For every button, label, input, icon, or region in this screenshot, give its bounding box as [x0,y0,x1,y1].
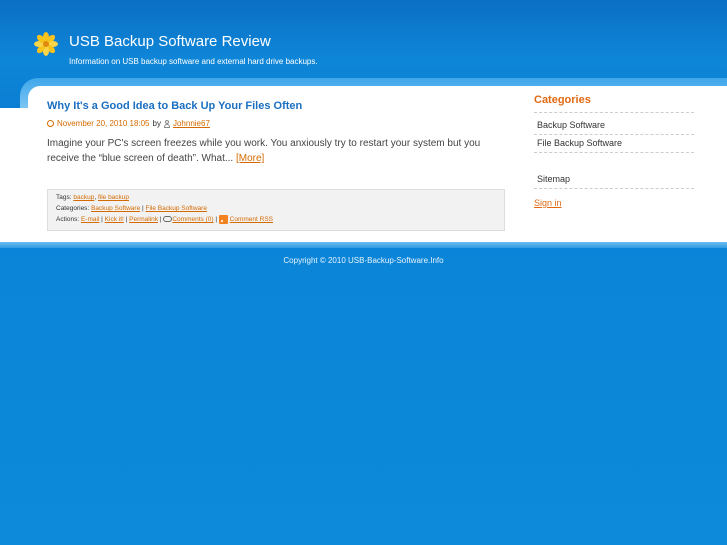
post-meta: November 20, 2010 18:05 by Johnnie67 [47,119,210,128]
actions-label: Actions: [56,216,80,223]
permalink-link[interactable]: Permalink [129,216,158,223]
tags-row: Tags: backup, file backup [56,194,130,201]
clock-icon [47,120,54,127]
site-description: Information on USB backup software and e… [69,57,318,66]
category-link[interactable]: Backup Software [91,205,140,212]
tags-label: Tags: [56,194,72,201]
sidebar-item-sitemap[interactable]: Sitemap [534,174,694,189]
sidebar-divider [534,112,694,113]
flower-logo-icon [34,32,58,56]
comment-rss-link[interactable]: Comment RSS [230,216,273,223]
tag-link[interactable]: backup [73,194,94,201]
categories-label: Categories: [56,205,90,212]
actions-row: Actions: E-mail | Kick it! | Permalink |… [56,214,274,224]
rss-icon [218,214,228,224]
post-info-box: Tags: backup, file backup Categories: Ba… [47,189,505,231]
tag-link[interactable]: file backup [98,194,129,201]
categories-row: Categories: Backup Software | File Backu… [56,205,207,212]
site-title[interactable]: USB Backup Software Review [69,33,271,50]
content-panel-strip [0,108,28,242]
sidebar-item-backup-software[interactable]: Backup Software [534,120,694,135]
user-icon [163,119,170,128]
sidebar-categories-title: Categories [534,94,591,106]
sign-in-link[interactable]: Sign in [534,198,562,208]
post-by: by [152,119,161,128]
post-title[interactable]: Why It's a Good Idea to Back Up Your Fil… [47,100,302,112]
comment-icon [163,216,173,223]
category-link[interactable]: File Backup Software [146,205,207,212]
sidebar-item-file-backup-software[interactable]: File Backup Software [534,138,694,153]
post-author-link[interactable]: Johnnie67 [173,119,210,128]
footer-divider [0,242,727,248]
email-link[interactable]: E-mail [81,216,99,223]
read-more-link[interactable]: [More] [236,153,264,164]
post-date: November 20, 2010 18:05 [57,119,150,128]
copyright-text: Copyright © 2010 USB-Backup-Software.Inf… [283,256,444,265]
post-excerpt: Imagine your PC's screen freezes while y… [47,136,507,166]
comments-link[interactable]: Comments (0) [172,216,213,223]
kickit-link[interactable]: Kick it! [105,216,124,223]
